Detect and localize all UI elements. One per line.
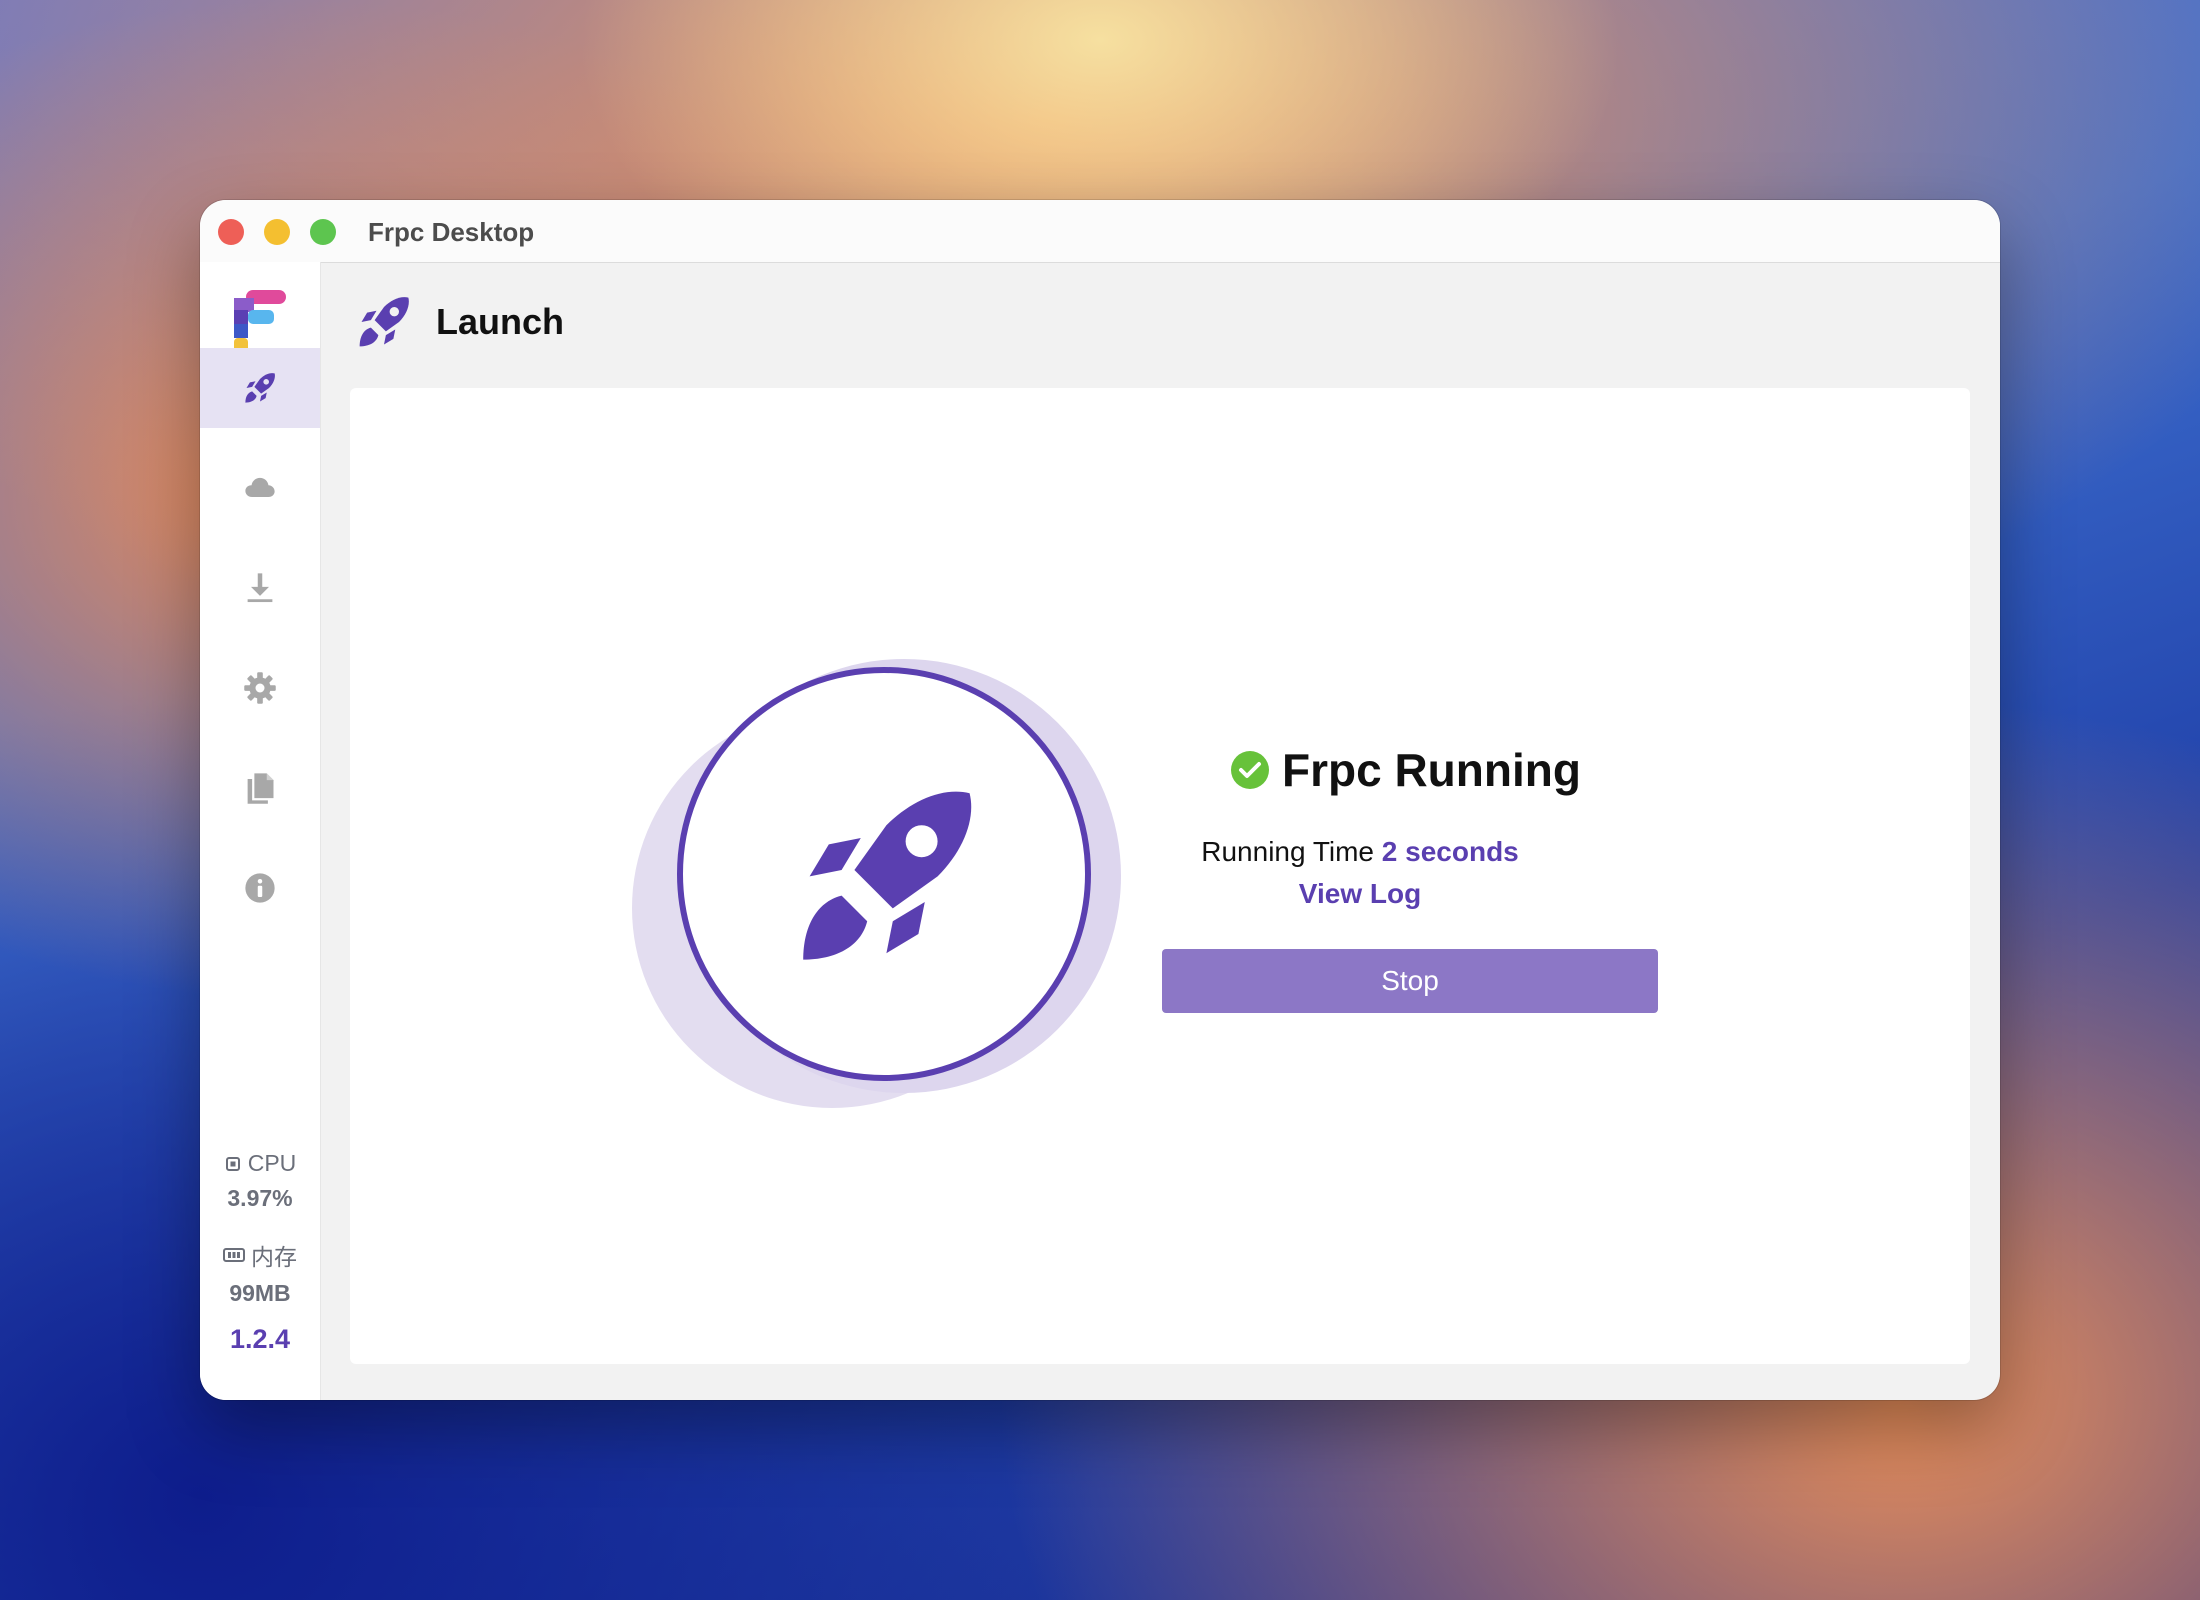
page-header: Launch bbox=[354, 292, 564, 352]
maximize-window-button[interactable] bbox=[310, 219, 336, 245]
download-icon bbox=[247, 573, 273, 603]
cpu-chip-icon bbox=[225, 1156, 240, 1171]
sidebar-item-settings[interactable] bbox=[200, 648, 320, 728]
rocket-icon bbox=[245, 373, 275, 403]
status-title: Frpc Running bbox=[1282, 744, 1581, 796]
sidebar-item-cloud[interactable] bbox=[200, 448, 320, 528]
sidebar-item-launch[interactable] bbox=[200, 348, 320, 428]
sidebar-item-about[interactable] bbox=[200, 848, 320, 928]
rocket-icon bbox=[359, 297, 409, 347]
launch-status-graphic bbox=[632, 659, 1121, 1108]
close-window-button[interactable] bbox=[218, 219, 244, 245]
check-circle-icon bbox=[1231, 751, 1269, 789]
window-title: Frpc Desktop bbox=[368, 217, 535, 247]
running-time-label: Running Time bbox=[1201, 836, 1375, 867]
app-window: Frpc Desktop CPU 3.97% 内存 99MB 1.2.4 Lau… bbox=[200, 200, 2000, 1400]
stop-button[interactable]: Stop bbox=[1162, 949, 1658, 1013]
launch-card: Frpc Running Running Time 2 seconds View… bbox=[350, 388, 1970, 1364]
main-content: Launch Frpc Running Running Time 2 secon… bbox=[320, 262, 2000, 1400]
cloud-icon bbox=[245, 477, 275, 497]
memory-stat: 内存 99MB bbox=[200, 1238, 320, 1307]
cpu-label: CPU bbox=[247, 1150, 297, 1176]
sidebar: CPU 3.97% 内存 99MB 1.2.4 bbox=[200, 262, 321, 1400]
gear-icon bbox=[244, 672, 276, 704]
version-label: 1.2.4 bbox=[229, 1324, 291, 1354]
cpu-stat: CPU 3.97% bbox=[200, 1150, 320, 1212]
document-icon bbox=[247, 773, 274, 804]
memory-value: 99MB bbox=[229, 1280, 291, 1306]
minimize-window-button[interactable] bbox=[264, 219, 290, 245]
memory-chip-icon bbox=[223, 1248, 245, 1262]
cpu-value: 3.97% bbox=[227, 1185, 293, 1211]
running-time: Running Time 2 seconds bbox=[1060, 836, 1660, 868]
memory-label: 内存 bbox=[251, 1244, 297, 1270]
view-log-link[interactable]: View Log bbox=[1060, 878, 1660, 910]
info-icon bbox=[245, 873, 275, 903]
sidebar-item-download[interactable] bbox=[200, 548, 320, 628]
page-title: Launch bbox=[436, 301, 565, 342]
status-heading: Frpc Running bbox=[1230, 743, 1581, 797]
sidebar-item-logs[interactable] bbox=[200, 748, 320, 828]
running-time-value: 2 seconds bbox=[1381, 836, 1519, 867]
title-bar: Frpc Desktop bbox=[200, 200, 2000, 263]
